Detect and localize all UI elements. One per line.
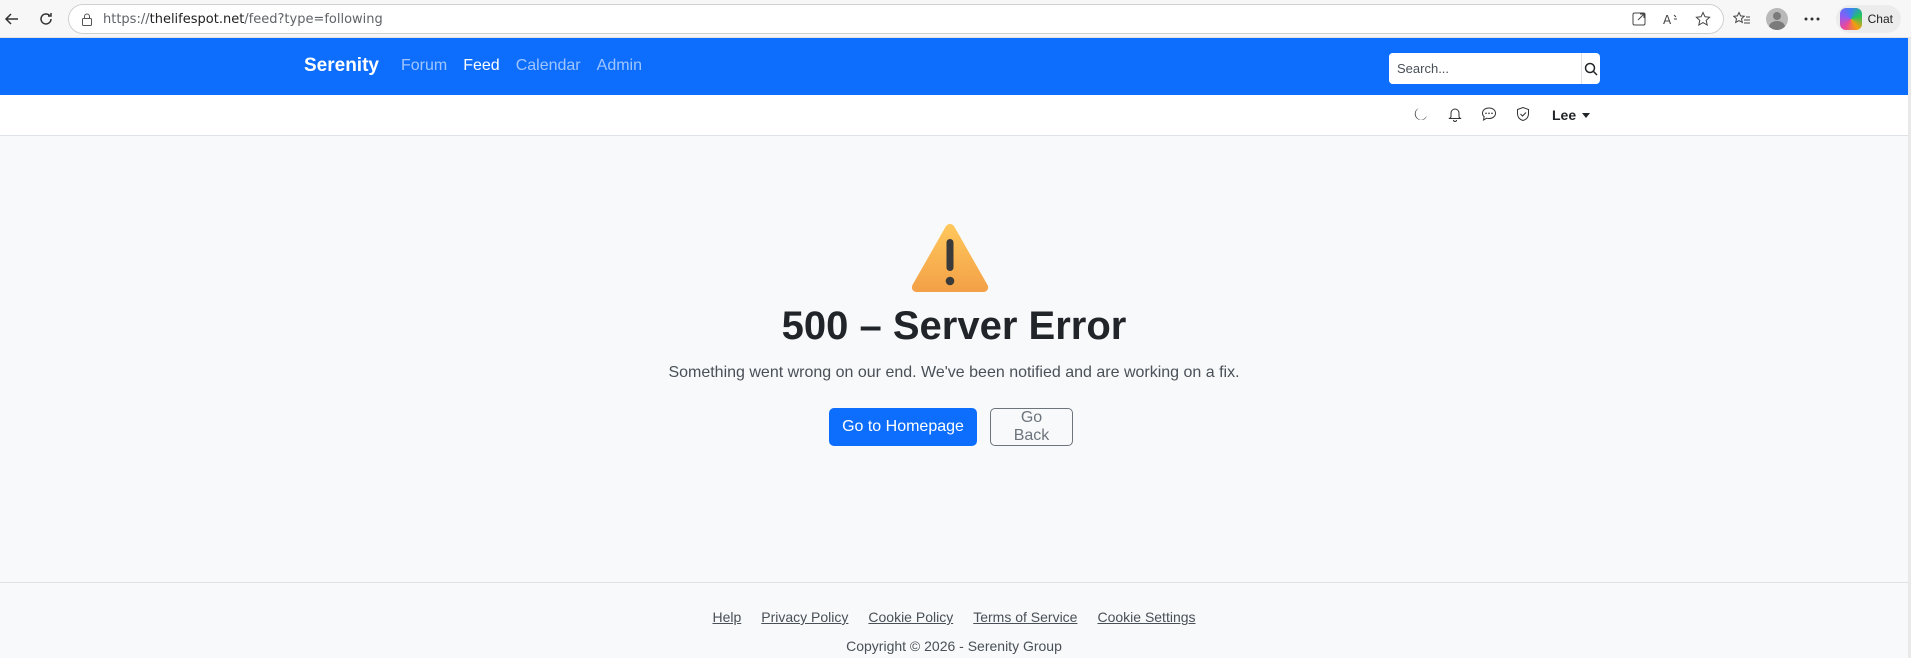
footer-link-cookie-settings[interactable]: Cookie Settings	[1097, 609, 1195, 625]
footer-link-terms-of-service[interactable]: Terms of Service	[973, 609, 1077, 625]
error-message: Something went wrong on our end. We've b…	[668, 364, 1240, 381]
search-button[interactable]	[1581, 53, 1600, 84]
address-bar[interactable]: https://thelifespot.net/feed?type=follow…	[68, 4, 1724, 34]
copilot-icon	[1839, 8, 1862, 30]
go-to-homepage-button[interactable]: Go to Homepage	[829, 408, 977, 446]
user-menu-dropdown[interactable]: Lee	[1552, 107, 1591, 123]
chevron-down-icon	[1582, 112, 1591, 118]
favorite-star-icon[interactable]	[1693, 9, 1713, 29]
nav-links: Forum Feed Calendar Admin	[401, 57, 658, 75]
footer-link-cookie-policy[interactable]: Cookie Policy	[868, 609, 953, 625]
lock-icon[interactable]	[79, 11, 95, 27]
search-group	[1389, 53, 1600, 84]
go-back-button[interactable]: Go Back	[990, 408, 1073, 446]
svg-text:A: A	[1663, 13, 1672, 26]
open-in-app-icon[interactable]	[1629, 9, 1649, 29]
error-page: 500 – Server Error Something went wrong …	[0, 136, 1908, 582]
warning-icon	[909, 221, 991, 300]
read-aloud-icon[interactable]: A	[1661, 9, 1681, 29]
more-options-icon[interactable]	[1802, 9, 1822, 29]
shield-icon[interactable]	[1514, 105, 1532, 123]
reload-icon[interactable]	[34, 7, 58, 31]
nav-link-calendar[interactable]: Calendar	[516, 57, 581, 75]
user-name: Lee	[1552, 107, 1577, 123]
user-toolbar: Lee	[0, 95, 1908, 136]
back-icon[interactable]	[0, 7, 24, 31]
url-text[interactable]: https://thelifespot.net/feed?type=follow…	[103, 12, 383, 27]
favorites-icon[interactable]	[1732, 9, 1752, 29]
nav-link-admin[interactable]: Admin	[597, 57, 642, 75]
moon-icon[interactable]	[1412, 105, 1430, 123]
copilot-chat-button[interactable]: Chat	[1835, 5, 1901, 33]
browser-toolbar: https://thelifespot.net/feed?type=follow…	[0, 0, 1911, 38]
search-icon	[1584, 62, 1598, 76]
nav-link-forum[interactable]: Forum	[401, 57, 447, 75]
search-input[interactable]	[1389, 53, 1581, 84]
top-navbar: Serenity Forum Feed Calendar Admin	[0, 38, 1908, 95]
footer: Help Privacy Policy Cookie Policy Terms …	[0, 582, 1908, 658]
bell-icon[interactable]	[1446, 105, 1464, 123]
footer-link-help[interactable]: Help	[712, 609, 741, 625]
profile-avatar-icon[interactable]	[1765, 8, 1788, 30]
chat-bubble-icon[interactable]	[1480, 105, 1498, 123]
error-title: 500 – Server Error	[781, 304, 1127, 348]
footer-link-privacy-policy[interactable]: Privacy Policy	[761, 609, 848, 625]
chat-label: Chat	[1867, 12, 1893, 26]
copyright-text: Copyright © 2026 - Serenity Group	[846, 638, 1062, 654]
nav-link-feed[interactable]: Feed	[463, 57, 499, 75]
brand-logo[interactable]: Serenity	[304, 55, 379, 77]
